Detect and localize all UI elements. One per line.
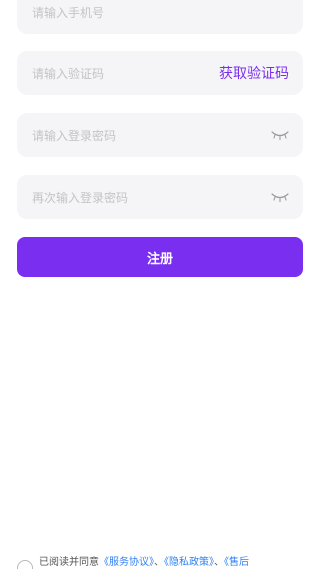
verification-code-field[interactable]: 请输入验证码 获取验证码 [17, 51, 303, 95]
get-code-button[interactable]: 获取验证码 [219, 63, 289, 83]
register-screen: 请输入手机号 请输入验证码 获取验证码 请输入登录密码 再次输入登录密码 注册 … [0, 0, 320, 569]
eye-closed-icon[interactable] [271, 191, 289, 203]
agreement-separator: 、 [214, 557, 224, 568]
phone-field[interactable]: 请输入手机号 [17, 0, 303, 34]
verification-code-placeholder: 请输入验证码 [32, 66, 105, 81]
confirm-password-placeholder: 再次输入登录密码 [32, 190, 129, 205]
agreement-checkbox[interactable] [17, 560, 33, 569]
after-sales-link[interactable]: 《售后 [224, 557, 249, 568]
privacy-policy-link[interactable]: 《隐私政策》 [164, 557, 214, 568]
confirm-password-field[interactable]: 再次输入登录密码 [17, 175, 303, 219]
register-button[interactable]: 注册 [17, 237, 303, 277]
agreement-separator: 、 [154, 557, 164, 568]
password-placeholder: 请输入登录密码 [32, 128, 117, 143]
eye-closed-icon[interactable] [271, 129, 289, 141]
agreement-prefix: 已阅读并同意 [39, 557, 99, 568]
phone-placeholder: 请输入手机号 [32, 5, 105, 20]
agreement-row: 已阅读并同意《服务协议》、《隐私政策》、《售后 [17, 553, 313, 569]
service-agreement-link[interactable]: 《服务协议》 [99, 557, 154, 568]
password-field[interactable]: 请输入登录密码 [17, 113, 303, 157]
